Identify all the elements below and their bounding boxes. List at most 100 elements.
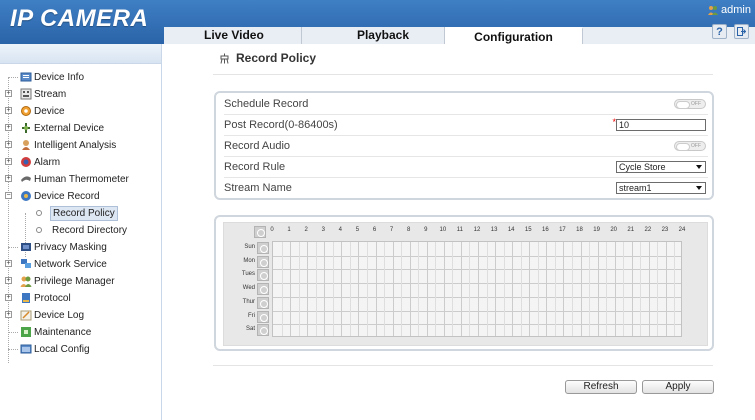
help-button[interactable]: ?	[712, 24, 727, 39]
app-header: IP CAMERA admin Live Video Playback Conf…	[0, 0, 755, 44]
day-select-button[interactable]	[257, 296, 269, 309]
device-record-icon	[21, 191, 31, 201]
alarm-icon	[21, 157, 31, 167]
hour-label: 16	[541, 227, 549, 233]
expand-icon[interactable]: +	[5, 260, 12, 267]
grid-line	[665, 242, 667, 336]
day-label: Fri	[248, 312, 255, 319]
sidebar-item-human-thermometer[interactable]: + Human Thermometer	[0, 171, 160, 187]
day-select-button[interactable]	[257, 255, 269, 268]
grid-line	[273, 310, 681, 312]
grid-line	[281, 242, 283, 336]
grid-line	[452, 242, 454, 336]
sidebar-item-privilege-manager[interactable]: + Privilege Manager	[0, 273, 160, 289]
sidebar-item-device-log[interactable]: + Device Log	[0, 307, 160, 323]
sidebar-item-stream[interactable]: + Stream	[0, 86, 160, 102]
main-tabs: Live Video Playback Configuration	[164, 27, 755, 44]
expand-icon[interactable]: +	[5, 175, 12, 182]
expand-icon[interactable]: +	[5, 107, 12, 114]
hour-label: 19	[593, 227, 600, 233]
hour-label: 13	[490, 227, 498, 233]
grid-line	[349, 242, 351, 336]
schedule-record-toggle[interactable]: OFF	[674, 98, 706, 109]
sidebar-item-network-service[interactable]: + Network Service	[0, 256, 160, 272]
day-select-button[interactable]	[257, 269, 269, 282]
sidebar-item-record-policy[interactable]: Record Policy	[0, 205, 160, 221]
hour-label: 11	[456, 227, 464, 233]
day-label: Sat	[245, 326, 255, 333]
record-settings-panel: Schedule Record OFF Post Record(0-86400s…	[214, 91, 714, 200]
sidebar-item-device[interactable]: + Device	[0, 103, 160, 119]
grid-line	[657, 242, 659, 336]
grid-line	[640, 242, 642, 336]
record-rule-label: Record Rule	[224, 160, 286, 173]
stream-name-value: stream1	[619, 183, 652, 193]
sidebar-item-device-record[interactable]: − Device Record	[0, 188, 160, 204]
expand-icon[interactable]: +	[5, 311, 12, 318]
grid-line	[563, 242, 565, 336]
tab-live-video[interactable]: Live Video	[164, 27, 302, 44]
refresh-button[interactable]: Refresh	[565, 380, 637, 394]
sidebar-item-intelligent-analysis[interactable]: + Intelligent Analysis	[0, 137, 160, 153]
grid-line	[478, 242, 479, 336]
grid-line	[631, 242, 633, 336]
record-audio-toggle[interactable]: OFF	[674, 140, 706, 151]
record-policy-icon	[220, 53, 229, 64]
record-rule-row: Record Rule Cycle Store	[224, 156, 708, 178]
expand-icon[interactable]: +	[5, 124, 12, 131]
day-label: Mon	[243, 257, 255, 264]
logout-button[interactable]	[734, 24, 749, 39]
sidebar-item-alarm[interactable]: + Alarm	[0, 154, 160, 170]
sidebar-item-maintenance[interactable]: Maintenance	[0, 324, 160, 340]
hour-label: 20	[610, 227, 617, 233]
grid-line	[273, 324, 681, 326]
tab-playback[interactable]: Playback	[302, 27, 445, 44]
day-select-button[interactable]	[257, 310, 269, 323]
grid-line	[614, 242, 616, 336]
device-info-icon	[20, 72, 32, 82]
hour-label: 0	[270, 227, 274, 233]
sidebar-item-external-device[interactable]: + External Device	[0, 120, 160, 136]
apply-button[interactable]: Apply	[642, 380, 714, 394]
post-record-input[interactable]: 10	[616, 118, 706, 131]
day-select-button[interactable]	[257, 283, 269, 296]
day-select-button[interactable]	[257, 324, 269, 337]
expand-icon[interactable]: +	[5, 277, 12, 284]
expand-icon[interactable]: +	[5, 294, 12, 301]
schedule-grid[interactable]	[272, 241, 682, 337]
maintenance-icon	[21, 327, 31, 337]
sidebar-item-protocol[interactable]: + Protocol	[0, 290, 160, 306]
local-config-icon	[20, 344, 32, 354]
collapse-icon[interactable]: −	[5, 192, 12, 199]
expand-icon[interactable]: +	[5, 141, 12, 148]
grid-line	[273, 269, 681, 271]
sidebar-item-device-info[interactable]: Device Info	[0, 69, 160, 85]
grid-line	[384, 242, 386, 336]
tab-configuration[interactable]: Configuration	[445, 27, 583, 44]
grid-line	[460, 242, 462, 336]
post-record-label: Post Record(0-86400s)	[224, 118, 338, 131]
sidebar-item-record-directory[interactable]: Record Directory	[0, 222, 160, 238]
user-icon	[708, 6, 719, 15]
app-logo: IP CAMERA	[10, 5, 149, 32]
record-rule-select[interactable]: Cycle Store	[616, 160, 706, 173]
hour-label: 18	[576, 227, 583, 233]
sidebar-item-local-config[interactable]: Local Config	[0, 341, 160, 357]
sidebar-item-privacy-masking[interactable]: Privacy Masking	[0, 239, 160, 255]
grid-line	[290, 242, 292, 336]
grid-line	[315, 242, 317, 336]
stream-name-select[interactable]: stream1	[616, 182, 706, 194]
grid-line	[358, 242, 360, 336]
day-label: Sun	[244, 244, 255, 250]
sidebar-top-bar	[0, 44, 161, 64]
grid-line	[392, 242, 394, 336]
record-audio-label: Record Audio	[224, 139, 291, 152]
grid-line	[298, 242, 300, 336]
post-record-row: Post Record(0-86400s) * 10	[224, 114, 708, 136]
expand-icon[interactable]: +	[5, 90, 12, 97]
expand-icon[interactable]: +	[5, 158, 12, 165]
grid-line	[597, 242, 599, 336]
day-select-button[interactable]	[257, 242, 269, 254]
divider	[213, 74, 713, 75]
grid-line	[623, 242, 625, 336]
